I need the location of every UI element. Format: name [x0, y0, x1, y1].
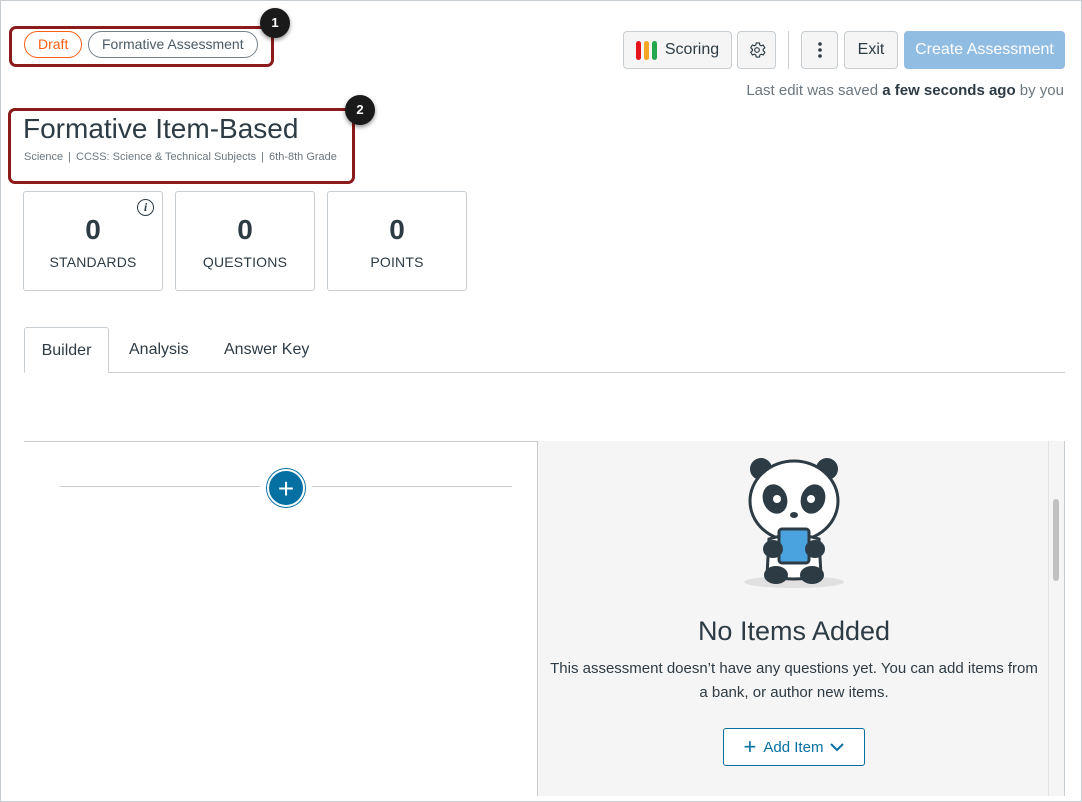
stat-card-standards: i 0 STANDARDS [23, 191, 163, 291]
stat-value: 0 [389, 214, 405, 245]
exit-button[interactable]: Exit [844, 31, 898, 69]
saved-suffix: by you [1019, 82, 1064, 99]
insert-line-left [60, 486, 260, 487]
stat-value: 0 [85, 214, 101, 245]
empty-state-message: This assessment doesn’t have any questio… [538, 657, 1050, 705]
empty-state-title: No Items Added [697, 616, 891, 646]
add-item-circle-button[interactable]: + [267, 469, 305, 507]
callout-badge-2: 2 [345, 95, 375, 125]
stat-label: STANDARDS [49, 254, 137, 270]
tab-answer-key[interactable]: Answer Key [224, 327, 309, 373]
saved-prefix: Last edit was saved [746, 82, 879, 99]
create-assessment-button[interactable]: Create Assessment [904, 31, 1065, 69]
toolbar-divider [788, 31, 789, 69]
panel-scrollbar[interactable] [1048, 441, 1062, 796]
callout-box-2 [8, 108, 355, 184]
stat-card-questions: 0 QUESTIONS [175, 191, 315, 291]
scoring-bar-green [651, 40, 657, 60]
stat-label: POINTS [370, 254, 424, 270]
stat-card-points: 0 POINTS [327, 191, 467, 291]
scoring-bar-red [635, 40, 641, 60]
tab-builder[interactable]: Builder [24, 327, 109, 373]
last-saved-text: Last edit was saved a few seconds ago by… [746, 82, 1064, 99]
scoring-bar-orange [643, 40, 649, 60]
stat-value: 0 [237, 214, 253, 245]
empty-state-line-2: a bank, or author new items. [699, 684, 889, 701]
empty-state-line-1: This assessment doesn’t have any questio… [550, 660, 1038, 677]
scrollbar-thumb[interactable] [1053, 499, 1059, 581]
saved-time: a few seconds ago [882, 82, 1016, 99]
panda-illustration-icon [744, 458, 844, 588]
add-item-label: Add Item [763, 738, 824, 756]
plus-icon: + [743, 734, 757, 759]
scoring-bars-icon [635, 40, 657, 60]
empty-state-panel: No Items Added This assessment doesn’t h… [537, 441, 1065, 796]
info-icon[interactable]: i [137, 199, 154, 216]
tab-analysis[interactable]: Analysis [129, 327, 189, 373]
scoring-label: Scoring [664, 41, 720, 58]
chevron-down-icon [830, 742, 845, 751]
callout-badge-1: 1 [260, 8, 290, 38]
settings-button[interactable] [737, 31, 776, 69]
add-item-button[interactable]: + Add Item [723, 728, 865, 766]
more-vertical-icon [817, 42, 822, 58]
gear-icon [749, 42, 765, 58]
more-options-button[interactable] [801, 31, 838, 69]
callout-box-1 [9, 26, 274, 67]
scoring-button[interactable]: Scoring [623, 31, 732, 69]
stat-label: QUESTIONS [202, 254, 288, 270]
insert-line-right [312, 486, 512, 487]
plus-icon: + [277, 473, 295, 504]
